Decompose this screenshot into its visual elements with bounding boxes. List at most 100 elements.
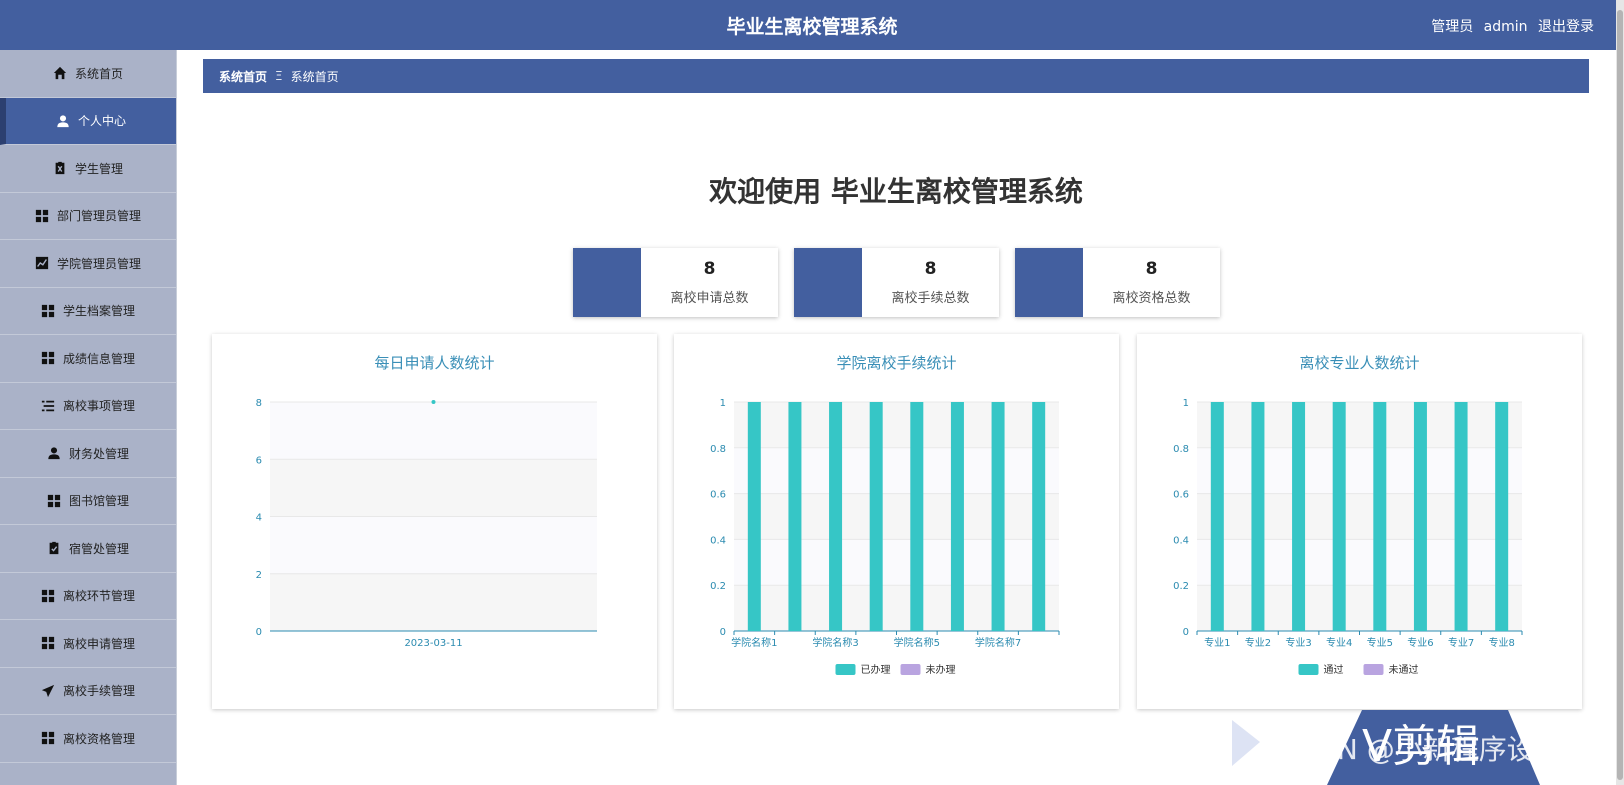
stat-value: 8 — [1145, 259, 1158, 279]
stat-label: 离校申请总数 — [670, 291, 749, 306]
sidebar-item-label: 部门管理员管理 — [56, 209, 141, 224]
y-tick-label: 0.2 — [710, 581, 726, 592]
y-tick-label: 0 — [256, 627, 262, 638]
sidebar-item-label: 离校手续管理 — [62, 684, 135, 699]
sidebar-item-5[interactable]: 学院管理员管理 — [0, 240, 176, 288]
sidebar-item-7[interactable]: 成绩信息管理 — [0, 335, 176, 383]
grid-band — [270, 573, 597, 631]
grid-icon — [47, 494, 61, 508]
grid-icon — [41, 636, 55, 650]
y-tick-label: 0.8 — [710, 444, 726, 455]
sidebar-item-label: 成绩信息管理 — [62, 351, 135, 366]
bar-primary — [910, 402, 924, 631]
grid-icon — [41, 304, 55, 318]
sidebar-item-label: 离校环节管理 — [62, 589, 135, 604]
legend-label: 通过 — [1324, 663, 1344, 676]
legend-swatch — [835, 664, 856, 675]
bar-primary — [1292, 402, 1306, 631]
grid-band — [734, 402, 1059, 448]
send-icon — [41, 684, 55, 698]
y-tick-label: 0.4 — [710, 535, 726, 546]
x-tick-label: 学院名称1 — [731, 636, 777, 649]
sidebar-item-8[interactable]: 离校事项管理 — [0, 383, 176, 430]
grid-band — [734, 539, 1059, 586]
sidebar: 系统首页 个人中心 学生管理 部门管理员管理 学院管理员管理 学生档案管理 成绩信息管理 离校… — [0, 50, 177, 785]
sidebar-item-14[interactable]: 离校手续管理 — [0, 668, 176, 715]
legend-swatch — [900, 664, 921, 675]
bar-primary — [1495, 402, 1509, 631]
x-tick-label: 学院名称7 — [975, 636, 1021, 649]
sidebar-item-label: 学生档案管理 — [62, 304, 135, 319]
x-tick-label: 专业1 — [1204, 636, 1230, 649]
app-title: 毕业生离校管理系统 — [726, 16, 898, 38]
x-tick-label: 专业7 — [1448, 636, 1474, 649]
y-tick-label: 0.4 — [1173, 535, 1189, 546]
logout-link[interactable]: 退出登录 — [1538, 19, 1594, 35]
x-tick-label: 专业5 — [1367, 636, 1393, 649]
y-tick-label: 1 — [720, 398, 726, 409]
y-tick-label: 1 — [1183, 398, 1189, 409]
x-tick-label: 专业2 — [1245, 636, 1271, 649]
bar-primary — [950, 402, 964, 631]
welcome-title: 欢迎使用 毕业生离校管理系统 — [709, 175, 1083, 208]
list-icon — [41, 399, 55, 413]
sidebar-item-10[interactable]: 图书馆管理 — [0, 478, 176, 525]
breadcrumb-current: 系统首页 — [290, 69, 339, 84]
scrollbar-thumb[interactable] — [1617, 10, 1623, 780]
y-tick-label: 0.6 — [710, 490, 726, 501]
top-header: 毕业生离校管理系统 管理员 admin 退出登录 — [0, 0, 1624, 50]
y-tick-label: 2 — [256, 570, 262, 581]
stat-card-applications: 8 离校申请总数 — [573, 248, 778, 317]
x-tick-label: 学院名称5 — [894, 636, 940, 649]
y-tick-label: 0 — [1183, 627, 1189, 638]
sidebar-item-2[interactable]: 个人中心 — [0, 97, 176, 145]
sidebar-item-3[interactable]: 学生管理 — [0, 145, 176, 193]
stat-color-block — [794, 248, 862, 317]
x-tick-label: 专业4 — [1326, 636, 1352, 649]
sidebar-item-12[interactable]: 离校环节管理 — [0, 573, 176, 620]
chart-card-college-procedures: 学院离校手续统计 0 0.2 0.4 0.6 0.8 1 学院名称1 学院名称3 学院名称5 学院… — [674, 334, 1119, 709]
bar-chart: 0 0.2 0.4 0.6 0.8 1 专业1 专业2 专业3 专业4 专业5 专业6 专业7 专业8 通过… — [1173, 398, 1523, 676]
legend-swatch — [1363, 664, 1384, 675]
chart-card-daily-applications: 每日申请人数统计 0 2 4 6 8 2023-03-11 — [212, 334, 657, 709]
bar-primary — [788, 402, 802, 631]
data-point — [431, 400, 436, 404]
sidebar-item-15[interactable]: 离校资格管理 — [0, 715, 176, 763]
bar-primary — [869, 402, 883, 631]
sidebar-item-label: 学生管理 — [74, 161, 123, 176]
stat-label: 离校资格总数 — [1112, 291, 1191, 306]
sidebar-item-11[interactable]: 宿管处管理 — [0, 525, 176, 573]
sidebar-item-6[interactable]: 学生档案管理 — [0, 288, 176, 335]
bar-primary — [991, 402, 1005, 631]
bar-primary — [747, 402, 761, 631]
legend-label: 已办理 — [861, 663, 891, 676]
stat-color-block — [573, 248, 641, 317]
x-tick-label: 学院名称3 — [812, 636, 858, 649]
sidebar-item-label: 学院管理员管理 — [56, 256, 141, 271]
user-icon — [47, 446, 61, 460]
sidebar-item-label: 宿管处管理 — [68, 541, 129, 556]
breadcrumb-home[interactable]: 系统首页 — [219, 68, 267, 85]
stat-value: 8 — [703, 259, 716, 279]
watermark-logo-shape — [1327, 710, 1540, 785]
user-name: admin — [1483, 19, 1528, 35]
grid-band — [734, 447, 1059, 494]
sidebar-item-label: 个人中心 — [77, 114, 126, 129]
legend-swatch — [1298, 664, 1319, 675]
bar-chart: 0 0.2 0.4 0.6 0.8 1 学院名称1 学院名称3 学院名称5 学院名称7 已办理 未办理 — [710, 398, 1060, 676]
grid-icon — [41, 589, 55, 603]
sidebar-item-label: 离校资格管理 — [62, 731, 135, 746]
page-scrollbar[interactable] — [1616, 0, 1624, 785]
grid-icon — [35, 209, 49, 223]
grid-band — [270, 402, 597, 460]
sidebar-item-9[interactable]: 财务处管理 — [0, 430, 176, 478]
breadcrumb: 系统首页 Ξ 系统首页 — [203, 59, 1589, 93]
y-tick-label: 4 — [256, 513, 262, 524]
stat-label: 离校手续总数 — [891, 291, 970, 306]
sidebar-item-4[interactable]: 部门管理员管理 — [0, 193, 176, 240]
stat-color-block — [1015, 248, 1083, 317]
watermark-logo-text: V剪辑 — [1362, 721, 1480, 772]
legend-label: 未通过 — [1389, 663, 1419, 676]
sidebar-item-13[interactable]: 离校申请管理 — [0, 620, 176, 668]
sidebar-item-1[interactable]: 系统首页 — [0, 50, 176, 98]
